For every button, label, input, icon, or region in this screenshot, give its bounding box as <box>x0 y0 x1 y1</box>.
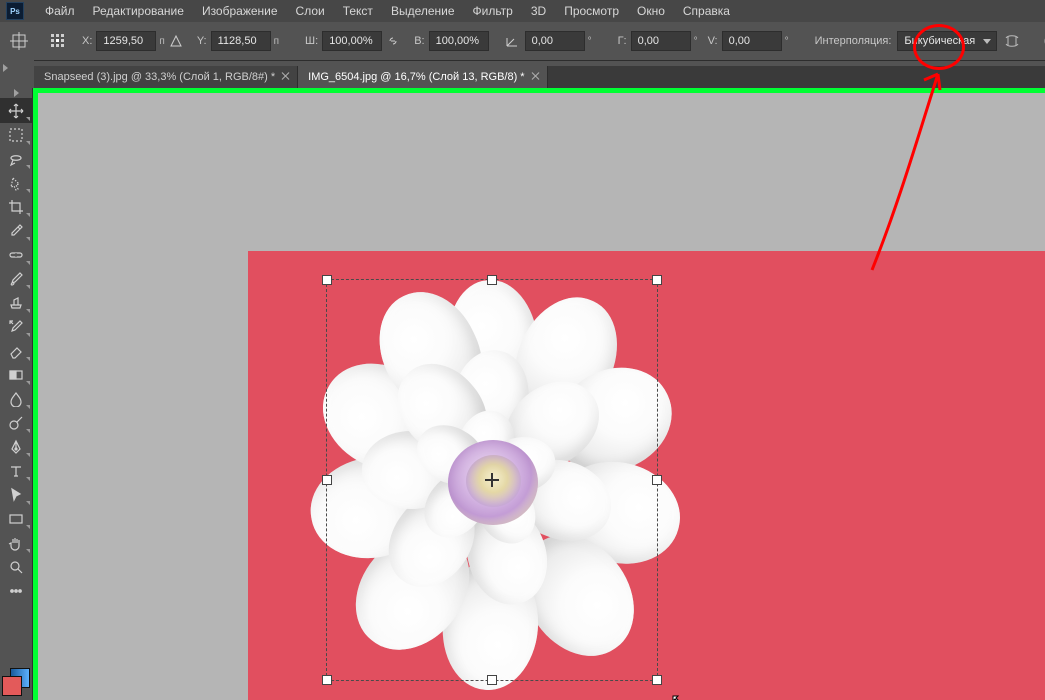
transform-handle-top-mid[interactable] <box>487 275 497 285</box>
close-icon[interactable] <box>531 71 541 81</box>
x-unit: п <box>159 36 164 47</box>
h-field[interactable]: 100,00% <box>429 31 489 51</box>
vskew-label: V: <box>708 35 718 47</box>
rectangle-tool[interactable] <box>0 507 32 531</box>
transform-handle-bottom-mid[interactable] <box>487 675 497 685</box>
transform-tool-icon[interactable] <box>10 30 28 52</box>
clone-stamp-tool[interactable] <box>0 291 32 315</box>
menu-select[interactable]: Выделение <box>382 0 464 22</box>
transform-handle-top-left[interactable] <box>322 275 332 285</box>
tab-label: IMG_6504.jpg @ 16,7% (Слой 13, RGB/8) * <box>308 71 524 83</box>
angle-icon <box>505 30 519 52</box>
zoom-tool[interactable] <box>0 555 32 579</box>
edit-toolbar-button[interactable] <box>0 579 32 603</box>
pen-tool[interactable] <box>0 435 32 459</box>
hand-tool[interactable] <box>0 531 32 555</box>
menu-3d[interactable]: 3D <box>522 0 555 22</box>
brush-tool[interactable] <box>0 267 32 291</box>
transform-handle-mid-left[interactable] <box>322 475 332 485</box>
history-brush-tool[interactable] <box>0 315 32 339</box>
vskew-field[interactable]: 0,00 <box>722 31 782 51</box>
y-label: Y: <box>197 35 207 47</box>
angle-field[interactable]: 0,00 <box>525 31 585 51</box>
options-bar-handle[interactable] <box>0 60 34 88</box>
y-field[interactable]: 1128,50 <box>211 31 271 51</box>
transform-handle-bottom-right[interactable] <box>652 675 662 685</box>
marquee-tool[interactable] <box>0 123 32 147</box>
warp-mode-icon[interactable] <box>1003 28 1021 54</box>
path-select-tool[interactable] <box>0 483 32 507</box>
transform-handle-top-right[interactable] <box>652 275 662 285</box>
close-icon[interactable] <box>281 71 291 81</box>
reference-point-icon[interactable] <box>50 30 66 52</box>
menu-file[interactable]: Файл <box>36 0 84 22</box>
w-label: Ш: <box>305 35 318 47</box>
menu-view[interactable]: Просмотр <box>555 0 628 22</box>
tab-label: Snapseed (3).jpg @ 33,3% (Слой 1, RGB/8#… <box>44 71 275 83</box>
blur-tool[interactable] <box>0 387 32 411</box>
color-swatches[interactable] <box>2 668 30 696</box>
healing-brush-tool[interactable] <box>0 243 32 267</box>
w-field[interactable]: 100,00% <box>322 31 382 51</box>
quick-select-tool[interactable] <box>0 171 32 195</box>
document-tab-img6504[interactable]: IMG_6504.jpg @ 16,7% (Слой 13, RGB/8) * <box>298 66 547 88</box>
options-bar: X: 1259,50 п Y: 1128,50 п Ш: 100,00% В: … <box>0 22 1045 61</box>
tool-box <box>0 88 33 700</box>
menu-edit[interactable]: Редактирование <box>84 0 193 22</box>
move-tool[interactable] <box>0 99 32 123</box>
link-aspect-icon[interactable] <box>386 30 400 52</box>
transform-center-icon[interactable] <box>485 473 499 487</box>
lasso-tool[interactable] <box>0 147 32 171</box>
photoshop-logo-icon: Ps <box>6 2 24 20</box>
x-field[interactable]: 1259,50 <box>96 31 156 51</box>
hskew-unit: ° <box>694 36 698 47</box>
vskew-unit: ° <box>785 36 789 47</box>
menu-bar: Ps Файл Редактирование Изображение Слои … <box>0 0 1045 22</box>
menu-filter[interactable]: Фильтр <box>464 0 522 22</box>
delta-icon[interactable] <box>169 30 183 52</box>
menu-text[interactable]: Текст <box>334 0 382 22</box>
interp-label: Интерполяция: <box>815 35 892 47</box>
document-tab-snapseed[interactable]: Snapseed (3).jpg @ 33,3% (Слой 1, RGB/8#… <box>34 66 298 88</box>
menu-help[interactable]: Справка <box>674 0 739 22</box>
free-transform-bounding-box[interactable] <box>326 279 658 681</box>
transform-handle-bottom-left[interactable] <box>322 675 332 685</box>
gradient-tool[interactable] <box>0 363 32 387</box>
hskew-field[interactable]: 0,00 <box>631 31 691 51</box>
transform-handle-mid-right[interactable] <box>652 475 662 485</box>
eyedropper-tool[interactable] <box>0 219 32 243</box>
dodge-tool[interactable] <box>0 411 32 435</box>
hskew-label: Г: <box>618 35 627 47</box>
type-tool[interactable] <box>0 459 32 483</box>
annotation-arrow <box>860 60 970 283</box>
eraser-tool[interactable] <box>0 339 32 363</box>
menu-window[interactable]: Окно <box>628 0 674 22</box>
menu-image[interactable]: Изображение <box>193 0 287 22</box>
h-label: В: <box>414 35 424 47</box>
menu-layers[interactable]: Слои <box>287 0 334 22</box>
foreground-swatch[interactable] <box>2 676 22 696</box>
crop-tool[interactable] <box>0 195 32 219</box>
toolbox-collapse-icon[interactable] <box>0 88 32 99</box>
x-label: X: <box>82 35 92 47</box>
y-unit: п <box>274 36 279 47</box>
angle-unit: ° <box>588 36 592 47</box>
